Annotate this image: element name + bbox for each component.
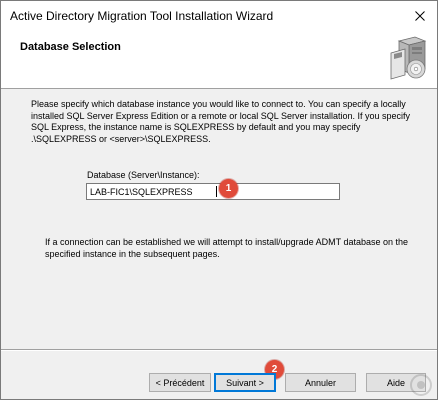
window-title: Active Directory Migration Tool Installa…: [10, 9, 274, 23]
text-caret: [216, 186, 217, 197]
close-button[interactable]: [403, 1, 437, 31]
page-title: Database Selection: [20, 41, 121, 53]
installer-box-cd-icon: [390, 36, 427, 80]
next-button[interactable]: Suivant >: [214, 373, 276, 392]
watermark-logo-icon: [410, 374, 432, 396]
wizard-header: Database Selection: [1, 31, 437, 89]
step-marker-1: 1: [219, 179, 238, 198]
title-bar[interactable]: Active Directory Migration Tool Installa…: [1, 1, 437, 31]
close-icon: [415, 11, 425, 21]
database-label: Database (Server\Instance):: [87, 170, 200, 180]
connection-note: If a connection can be established we wi…: [45, 237, 409, 259]
previous-button[interactable]: < Précédent: [149, 373, 211, 392]
database-instance-input[interactable]: [86, 183, 340, 200]
cancel-button[interactable]: Annuler: [285, 373, 356, 392]
intro-text: Please specify which database instance y…: [31, 99, 411, 144]
installer-window: Active Directory Migration Tool Installa…: [0, 0, 438, 400]
